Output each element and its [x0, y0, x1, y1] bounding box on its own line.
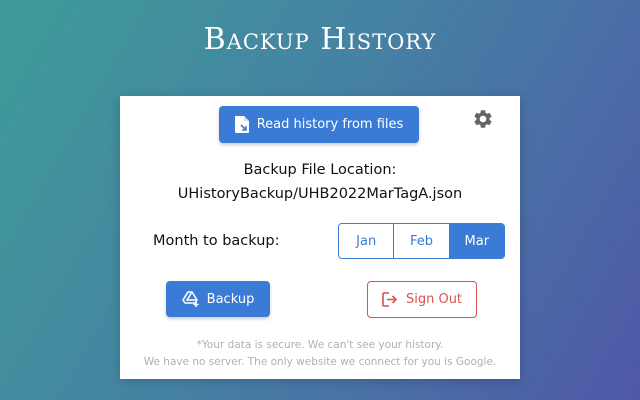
- sign-out-button[interactable]: Sign Out: [367, 281, 477, 318]
- security-note: *Your data is secure. We can't see your …: [196, 339, 444, 351]
- gear-icon[interactable]: [472, 108, 494, 130]
- read-history-label: Read history from files: [256, 117, 404, 132]
- backup-card: Read history from files Backup File Loca…: [120, 96, 520, 379]
- backup-location-path: UHistoryBackup/UHB2022MarTagA.json: [177, 186, 463, 202]
- month-option-jan[interactable]: Jan: [339, 224, 394, 258]
- backup-location-label: Backup File Location:: [243, 162, 397, 178]
- page-title: Backup History: [203, 22, 437, 57]
- file-import-icon: [234, 116, 249, 133]
- month-option-feb[interactable]: Feb: [393, 224, 449, 258]
- backup-button[interactable]: Backup: [166, 281, 270, 317]
- month-option-mar[interactable]: Mar: [448, 224, 504, 258]
- read-history-button[interactable]: Read history from files: [219, 106, 419, 143]
- drive-add-icon: [181, 291, 200, 307]
- backup-label: Backup: [206, 291, 255, 307]
- sign-out-icon: [382, 292, 398, 307]
- month-selector: Jan Feb Mar: [338, 223, 505, 259]
- sign-out-label: Sign Out: [405, 292, 463, 307]
- month-label: Month to backup:: [153, 233, 280, 249]
- server-note: We have no server. The only website we c…: [143, 356, 497, 368]
